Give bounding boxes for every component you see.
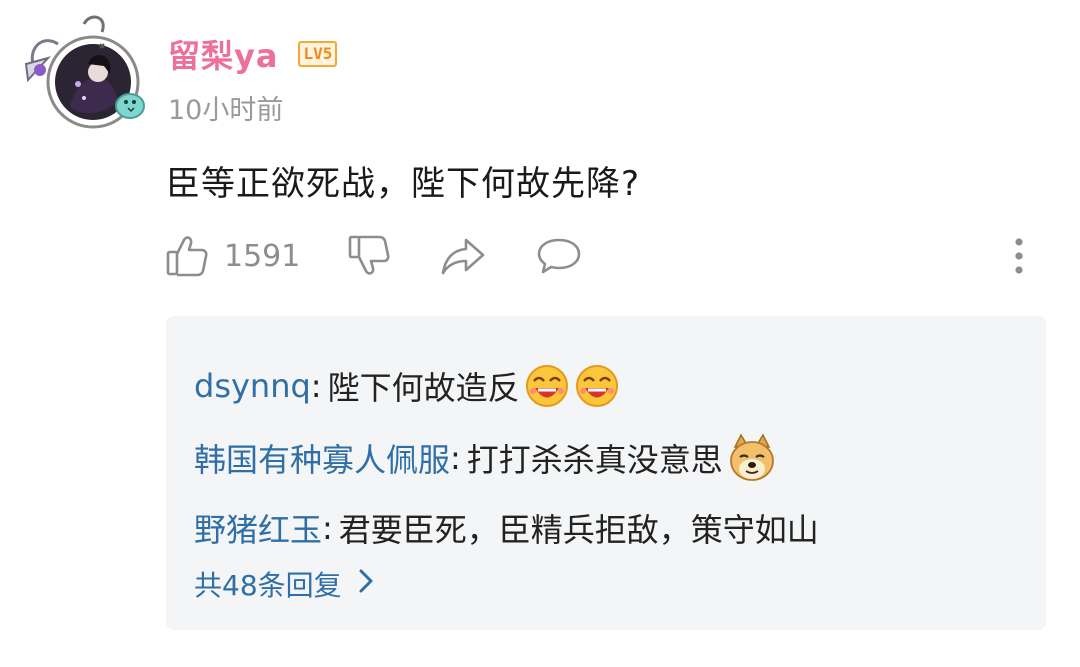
doge-emoji-icon	[727, 433, 777, 483]
thumbs-down-icon	[348, 234, 390, 278]
username[interactable]: 留梨ya	[168, 31, 278, 77]
reply-item[interactable]: dsynnq : 陛下何故造反	[194, 360, 620, 412]
share-icon	[440, 236, 486, 276]
action-bar: 1591	[166, 232, 1046, 280]
more-replies-label: 共48条回复	[194, 569, 342, 602]
view-all-replies-link[interactable]: 共48条回复	[194, 564, 374, 604]
like-count: 1591	[224, 238, 301, 274]
more-vertical-icon	[1013, 236, 1025, 276]
chevron-right-icon	[342, 568, 374, 601]
reply-author[interactable]: 野猪红玉	[194, 505, 322, 551]
user-avatar[interactable]	[18, 14, 146, 136]
reply-text: 君要臣死，臣精兵拒敌，策守如山	[338, 511, 819, 549]
reply-author[interactable]: dsynnq	[194, 367, 311, 405]
reply-item[interactable]: 韩国有种寡人佩服 : 打打杀杀真没意思	[194, 432, 777, 484]
grinning-laugh-emoji-icon	[524, 363, 570, 409]
reply-item[interactable]: 野猪红玉 : 君要臣死，臣精兵拒敌，策守如山	[194, 502, 819, 554]
comment-card: 留梨ya LV5 10小时前 臣等正欲死战，陛下何故先降? 1591 dsynn…	[0, 0, 1080, 667]
share-button[interactable]	[440, 232, 486, 280]
grinning-laugh-emoji-icon	[574, 363, 620, 409]
timestamp: 10小时前	[168, 95, 284, 126]
level-badge: LV5	[298, 41, 338, 67]
reply-colon: :	[450, 439, 461, 477]
like-button[interactable]: 1591	[166, 232, 300, 280]
reply-text: 打打杀杀真没意思	[466, 441, 723, 479]
reply-button[interactable]	[536, 232, 582, 280]
dislike-button[interactable]	[348, 232, 390, 280]
reply-colon: :	[310, 367, 322, 405]
reply-author[interactable]: 韩国有种寡人佩服	[194, 435, 450, 481]
comment-bubble-icon	[536, 236, 582, 276]
username-row: 留梨ya LV5	[168, 31, 338, 77]
reply-preview-panel[interactable]: dsynnq : 陛下何故造反 韩国有种寡人佩服: 打打杀杀真没意思 野猪红玉…	[166, 316, 1046, 630]
reply-text: 陛下何故造反	[327, 369, 520, 407]
reply-colon: :	[322, 509, 333, 547]
comment-text: 臣等正欲死战，陛下何故先降?	[166, 164, 641, 204]
thumbs-up-icon	[166, 234, 208, 278]
more-options-button[interactable]	[1004, 232, 1034, 280]
